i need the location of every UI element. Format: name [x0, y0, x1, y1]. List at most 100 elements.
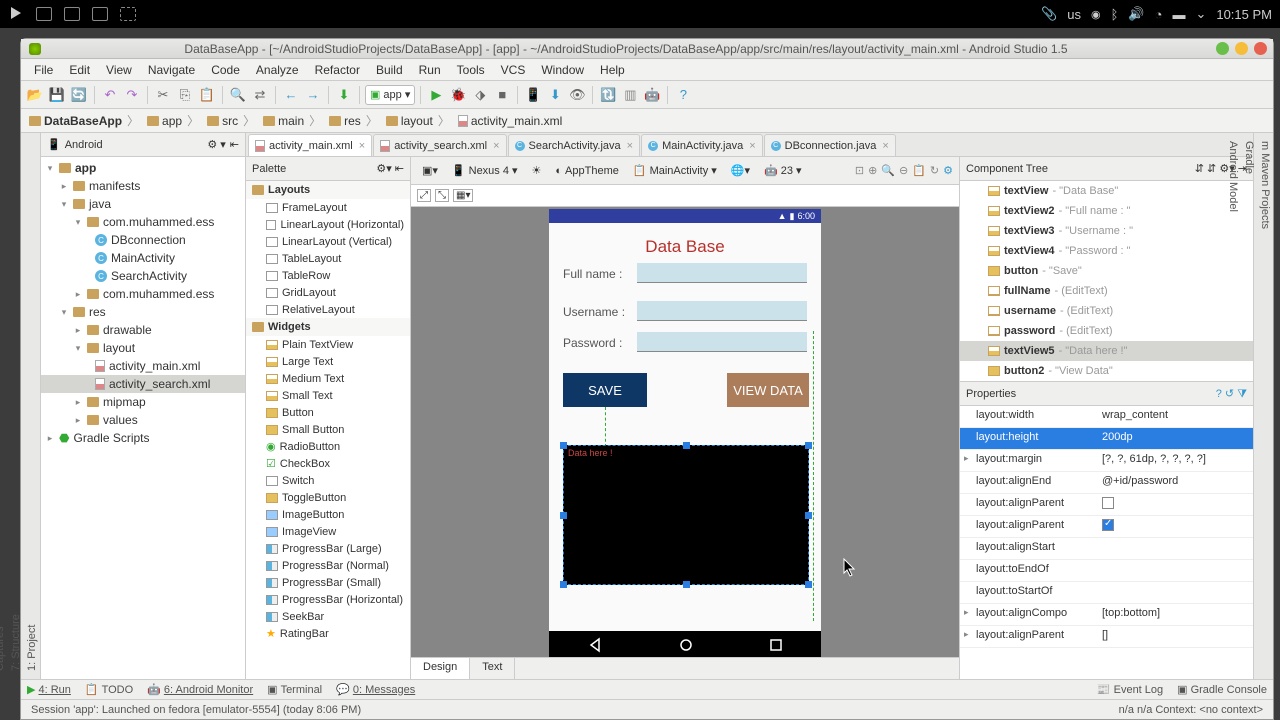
- crumb-project[interactable]: DataBaseApp〉: [25, 112, 143, 129]
- bottom-monitor[interactable]: 🤖6: Android Monitor: [147, 683, 253, 696]
- property-row[interactable]: ▸layout:alignCompo[top:bottom]: [960, 604, 1253, 626]
- property-row[interactable]: layout:alignStart: [960, 538, 1253, 560]
- collapse-icon[interactable]: ⇤: [230, 138, 239, 151]
- back-icon[interactable]: ←: [281, 85, 301, 105]
- component-tree-item[interactable]: fullName - (EditText): [960, 281, 1253, 301]
- run-button[interactable]: ▶: [426, 85, 446, 105]
- avd-icon[interactable]: 📱: [523, 85, 543, 105]
- run-config-dropdown[interactable]: ▣ app ▾: [365, 85, 415, 105]
- api-dropdown[interactable]: 🤖23▾: [759, 163, 806, 178]
- property-row[interactable]: ▸layout:alignParent[]: [960, 626, 1253, 648]
- volume-icon[interactable]: 🔊: [1128, 6, 1144, 22]
- property-row[interactable]: layout:alignEnd@+id/password: [960, 472, 1253, 494]
- tree-expand-icon[interactable]: ⇵: [1195, 163, 1204, 175]
- expand-icon[interactable]: ⤢: [417, 189, 431, 202]
- bottom-run[interactable]: ▶4: Run: [27, 683, 71, 696]
- bottom-terminal[interactable]: ▣Terminal: [267, 683, 322, 696]
- open-icon[interactable]: 📂: [25, 85, 45, 105]
- sync-icon[interactable]: 🔄: [69, 85, 89, 105]
- strip-captures[interactable]: Captures: [0, 133, 8, 679]
- bottom-messages[interactable]: 💬0: Messages: [336, 683, 415, 696]
- device-dropdown[interactable]: 📱 Nexus 4▾: [447, 163, 523, 178]
- property-row[interactable]: layout:toStartOf: [960, 582, 1253, 604]
- strip-structure[interactable]: 7: Structure: [8, 133, 24, 679]
- zoom-actual-icon[interactable]: 🔍: [881, 164, 895, 177]
- make-icon[interactable]: ⬇: [334, 85, 354, 105]
- copy-icon[interactable]: ⎘: [175, 85, 195, 105]
- menu-build[interactable]: Build: [369, 61, 410, 79]
- theme-dropdown[interactable]: ☀: [527, 163, 547, 178]
- undo-icon[interactable]: ↶: [100, 85, 120, 105]
- redo-icon[interactable]: ↷: [122, 85, 142, 105]
- task-window-2[interactable]: [64, 7, 80, 21]
- find-icon[interactable]: 🔍: [228, 85, 248, 105]
- theme-dropdown-2[interactable]: ◐ AppTheme: [550, 164, 623, 178]
- preview-label-fullname[interactable]: Full name :: [563, 267, 622, 281]
- crumb-file[interactable]: activity_main.xml: [454, 114, 566, 128]
- bluetooth-icon[interactable]: ᛒ: [1111, 7, 1119, 22]
- props-help-icon[interactable]: ?: [1216, 388, 1222, 400]
- tab-search-activity[interactable]: CSearchActivity.java×: [508, 134, 641, 156]
- crumb-main[interactable]: main〉: [259, 112, 325, 129]
- task-window-4[interactable]: [120, 7, 136, 21]
- gradle-sync-icon[interactable]: 🔃: [598, 85, 618, 105]
- expand2-icon[interactable]: ⤡: [435, 189, 449, 202]
- close-icon[interactable]: ×: [359, 140, 365, 152]
- strip-gradle[interactable]: Gradle: [1241, 133, 1257, 679]
- tab-dbconnection[interactable]: CDBconnection.java×: [764, 134, 896, 156]
- chrome-icon[interactable]: ◉: [1091, 8, 1101, 21]
- zoom-fit-icon[interactable]: ⊡: [855, 164, 864, 177]
- battery-icon[interactable]: ▬: [1172, 7, 1185, 22]
- task-window-3[interactable]: [92, 7, 108, 21]
- help-icon[interactable]: ?: [673, 85, 693, 105]
- menu-analyze[interactable]: Analyze: [249, 61, 306, 79]
- design-canvas[interactable]: ▲▮6:00 Data Base Full name : Username : …: [411, 207, 959, 657]
- menu-run[interactable]: Run: [412, 61, 448, 79]
- crumb-layout[interactable]: layout〉: [382, 112, 454, 129]
- locale-dropdown[interactable]: 🌐▾: [726, 163, 755, 178]
- component-tree-item[interactable]: textView4 - "Password : ": [960, 241, 1253, 261]
- component-tree-item[interactable]: username - (EditText): [960, 301, 1253, 321]
- attach-icon[interactable]: ⬗: [470, 85, 490, 105]
- activities-icon[interactable]: [8, 5, 24, 24]
- save-icon[interactable]: 💾: [47, 85, 67, 105]
- clipboard-icon[interactable]: 📋: [912, 164, 926, 177]
- palette-collapse-icon[interactable]: ⇤: [395, 163, 404, 175]
- menu-navigate[interactable]: Navigate: [141, 61, 202, 79]
- preview-save-button[interactable]: SAVE: [563, 373, 647, 407]
- android-icon[interactable]: 🤖: [642, 85, 662, 105]
- close-button[interactable]: [1254, 42, 1267, 55]
- crumb-app[interactable]: app〉: [143, 112, 203, 129]
- property-row[interactable]: layout:alignParent: [960, 494, 1253, 516]
- tab-activity-main[interactable]: activity_main.xml×: [248, 134, 372, 156]
- tab-main-activity[interactable]: CMainActivity.java×: [641, 134, 763, 156]
- replace-icon[interactable]: ⇄: [250, 85, 270, 105]
- preview-edittext-fullname[interactable]: [637, 263, 807, 283]
- paperclip-icon[interactable]: 📎: [1041, 6, 1057, 22]
- grid-icon[interactable]: ▦▾: [453, 189, 473, 202]
- wifi-icon[interactable]: ◔: [1155, 7, 1163, 22]
- component-tree-item[interactable]: button - "Save": [960, 261, 1253, 281]
- activity-dropdown[interactable]: 📋 MainActivity▾: [628, 163, 722, 178]
- component-tree-item[interactable]: textView5 - "Data here !": [960, 341, 1253, 361]
- menu-view[interactable]: View: [99, 61, 139, 79]
- project-settings-icon[interactable]: ⚙ ▾: [207, 138, 225, 151]
- crumb-src[interactable]: src〉: [203, 112, 259, 129]
- menu-code[interactable]: Code: [204, 61, 247, 79]
- bottom-eventlog[interactable]: 📰Event Log: [1097, 683, 1163, 696]
- strip-maven[interactable]: m Maven Projects: [1257, 133, 1273, 679]
- strip-android-model[interactable]: Android Model: [1225, 133, 1241, 679]
- component-tree-item[interactable]: button2 - "View Data": [960, 361, 1253, 381]
- minimize-button[interactable]: [1216, 42, 1229, 55]
- zoom-out-icon[interactable]: ⊖: [899, 164, 908, 177]
- properties-list[interactable]: layout:widthwrap_contentlayout:height200…: [960, 406, 1253, 679]
- component-tree-item[interactable]: password - (EditText): [960, 321, 1253, 341]
- options-icon[interactable]: ⚙: [943, 164, 953, 177]
- component-tree-item[interactable]: textView2 - "Full name : ": [960, 201, 1253, 221]
- menu-window[interactable]: Window: [534, 61, 591, 79]
- orientation-dropdown[interactable]: ▣▾: [417, 163, 443, 178]
- cut-icon[interactable]: ✂: [153, 85, 173, 105]
- palette-list[interactable]: Layouts FrameLayout LinearLayout (Horizo…: [246, 181, 410, 679]
- refresh-icon[interactable]: ↻: [930, 164, 939, 177]
- component-tree-item[interactable]: textView3 - "Username : ": [960, 221, 1253, 241]
